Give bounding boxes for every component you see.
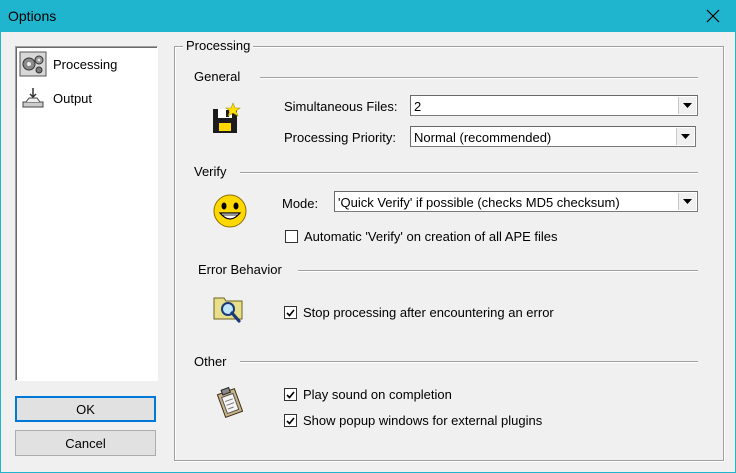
ok-button[interactable]: OK <box>15 396 156 422</box>
clipboard-icon <box>210 383 250 423</box>
processing-priority-dropdown[interactable]: Normal (recommended) <box>410 126 696 147</box>
processing-gears-icon <box>18 50 48 78</box>
popup-windows-checkbox-box[interactable] <box>284 414 297 427</box>
general-divider <box>260 77 698 79</box>
play-sound-label: Play sound on completion <box>303 387 452 402</box>
nav-item-label: Processing <box>53 56 118 72</box>
verify-heading: Verify <box>194 164 233 179</box>
error-behavior-divider <box>298 270 698 272</box>
title-bar: Options <box>0 0 736 32</box>
stop-on-error-checkbox-box[interactable] <box>284 306 297 319</box>
simultaneous-files-dropdown[interactable]: 2 <box>410 95 698 116</box>
play-sound-checkbox[interactable]: Play sound on completion <box>284 387 452 402</box>
window-title: Options <box>8 8 57 24</box>
groupbox-title: Processing <box>183 38 254 53</box>
options-nav-list[interactable]: Processing Output <box>15 46 158 381</box>
output-tray-icon <box>18 84 48 112</box>
error-behavior-heading: Error Behavior <box>198 262 288 277</box>
nav-item-processing[interactable]: Processing <box>18 49 153 79</box>
smiley-face-icon <box>210 191 250 231</box>
simultaneous-files-value: 2 <box>414 99 422 114</box>
close-button[interactable] <box>690 0 736 32</box>
verify-divider <box>240 172 698 174</box>
chevron-down-icon[interactable] <box>678 97 696 114</box>
verify-mode-dropdown[interactable]: 'Quick Verify' if possible (checks MD5 c… <box>334 191 698 212</box>
processing-priority-label: Processing Priority: <box>284 130 396 145</box>
stop-on-error-checkbox[interactable]: Stop processing after encountering an er… <box>284 305 554 320</box>
nav-item-label: Output <box>53 90 93 106</box>
nav-item-output[interactable]: Output <box>18 83 153 113</box>
verify-mode-value: 'Quick Verify' if possible (checks MD5 c… <box>338 195 620 210</box>
processing-priority-value: Normal (recommended) <box>414 130 552 145</box>
play-sound-checkbox-box[interactable] <box>284 388 297 401</box>
simultaneous-files-label: Simultaneous Files: <box>284 99 398 114</box>
stop-on-error-label: Stop processing after encountering an er… <box>303 305 554 320</box>
cancel-button[interactable]: Cancel <box>15 430 156 456</box>
other-divider <box>240 361 698 363</box>
popup-windows-checkbox[interactable]: Show popup windows for external plugins <box>284 413 542 428</box>
auto-verify-checkbox-box[interactable] <box>285 230 298 243</box>
general-heading: General <box>194 69 247 84</box>
chevron-down-icon[interactable] <box>678 193 696 210</box>
folder-search-icon <box>209 288 249 328</box>
popup-windows-label: Show popup windows for external plugins <box>303 413 543 428</box>
other-heading: Other <box>194 354 233 369</box>
auto-verify-label: Automatic 'Verify' on creation of all AP… <box>304 229 558 244</box>
auto-verify-checkbox[interactable]: Automatic 'Verify' on creation of all AP… <box>285 229 558 244</box>
close-icon <box>706 9 720 23</box>
verify-mode-label: Mode: <box>282 196 319 211</box>
chevron-down-icon[interactable] <box>676 128 694 145</box>
floppy-disk-icon <box>206 98 246 138</box>
